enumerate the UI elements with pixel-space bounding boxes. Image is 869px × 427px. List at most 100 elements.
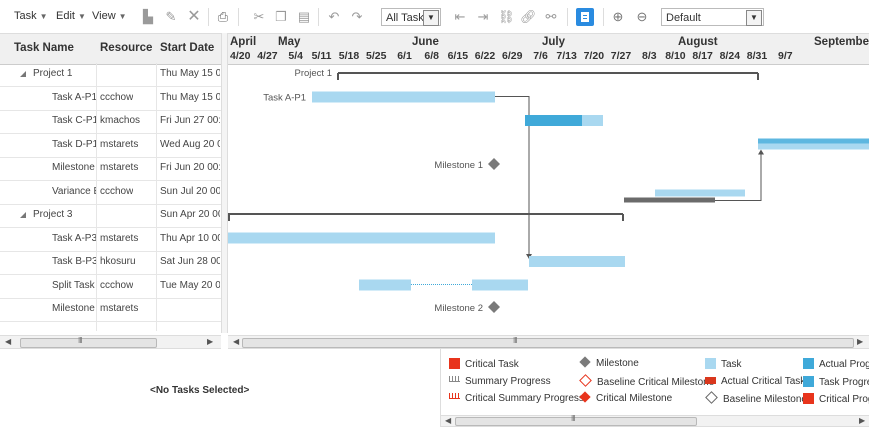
week-label: 6/8 — [424, 50, 439, 62]
table-row[interactable]: Task C-P1 kmachos Fri Jun 27 00:00 — [0, 110, 221, 134]
legend-milestone: Milestone — [579, 356, 639, 369]
start-date-cell: Fri Jun 20 00:00 — [160, 162, 220, 173]
edit-pencil-icon[interactable]: ✎ — [163, 9, 179, 25]
task-name-cell: Milestone — [52, 303, 95, 314]
task-bar[interactable] — [312, 91, 495, 103]
scroll-left-icon[interactable]: ◀ — [233, 337, 239, 346]
scrollbar-thumb[interactable]: III — [20, 336, 157, 348]
task-bar[interactable] — [529, 256, 625, 267]
scroll-right-icon[interactable]: ▶ — [859, 416, 865, 425]
properties-icon[interactable] — [576, 8, 594, 26]
resource-cell: kmachos — [100, 115, 141, 126]
scroll-left-icon[interactable]: ◀ — [445, 416, 451, 425]
scrollbar-thumb[interactable]: III — [455, 414, 697, 426]
task-table: ◢Project 1Thu May 15 00:Task A-P1ccchowT… — [0, 63, 221, 333]
arrow-head-icon — [758, 149, 764, 155]
undo-icon[interactable]: ↶ — [326, 9, 342, 25]
task-name-cell: Project 1 — [33, 68, 73, 79]
unlink-icon[interactable]: ⚯ — [543, 9, 559, 25]
legend-actual-critical-task: Actual Critical Task — [705, 376, 805, 387]
table-row[interactable]: Split Task ccchow Tue May 20 00: — [0, 275, 221, 299]
chevron-down-icon: ▼ — [39, 12, 48, 21]
task-name-cell: Variance E — [52, 185, 96, 197]
table-row[interactable]: ◢ Project 3 Sun Apr 20 00:( — [0, 204, 221, 228]
table-row[interactable]: Task B-P3 hkosuru Sat Jun 28 00:0 — [0, 251, 221, 275]
outdent-icon[interactable]: ⇤ — [452, 9, 468, 25]
table-row[interactable]: ◢ Project 1 Thu May 15 00: — [0, 63, 221, 87]
task-bar[interactable] — [228, 232, 495, 244]
pane-splitter[interactable] — [221, 33, 228, 333]
task-progress-bar — [525, 115, 582, 126]
task-bar[interactable] — [655, 189, 745, 197]
milestone-diamond-icon[interactable] — [488, 301, 500, 313]
table-row[interactable]: Variance E ccchow Sun Jul 20 00:0 — [0, 181, 221, 205]
task-menu[interactable]: Task ▼ — [14, 10, 48, 22]
view-menu[interactable]: View ▼ — [92, 10, 127, 22]
table-row[interactable]: Task A-P3 mstarets Thu Apr 10 00:( — [0, 228, 221, 252]
task-filter-select[interactable]: All Tasks ▼ — [381, 8, 441, 26]
scroll-left-icon[interactable]: ◀ — [5, 337, 11, 346]
resource-cell: mstarets — [100, 138, 139, 150]
month-label: September — [814, 36, 869, 48]
scroll-right-icon[interactable]: ▶ — [857, 337, 863, 346]
expand-toggle-icon[interactable]: ◢ — [20, 69, 26, 78]
table-row[interactable]: Milestone mstarets — [0, 298, 221, 322]
indent-icon[interactable]: ⇥ — [475, 9, 491, 25]
column-header-resource[interactable]: Resource — [100, 42, 152, 54]
week-label: 4/20 — [230, 50, 251, 62]
new-task-icon[interactable]: ▙ — [140, 9, 156, 25]
legend-horizontal-scrollbar[interactable]: ◀ III ▶ — [441, 414, 869, 427]
week-label: 5/25 — [366, 50, 387, 62]
grip-icon: III — [78, 336, 83, 345]
week-label: 5/4 — [288, 50, 303, 62]
paste-icon[interactable]: ▤ — [296, 9, 312, 25]
zoom-out-icon[interactable]: ⊖ — [634, 9, 650, 25]
week-label: 6/22 — [474, 50, 496, 62]
legend-baseline-milestone: Baseline Milestone — [705, 391, 807, 405]
gantt-horizontal-scrollbar[interactable]: ◀ III ▶ — [228, 335, 869, 349]
redo-icon[interactable]: ↷ — [349, 9, 365, 25]
summary-label: Project 1 — [295, 68, 333, 79]
split-task-segment[interactable] — [472, 279, 528, 291]
delete-icon[interactable]: ✕ — [186, 9, 202, 25]
split-task-segment[interactable] — [359, 279, 411, 291]
baseline-critical-milestone-icon — [579, 374, 592, 387]
legend-task-progress: Task Progres — [803, 376, 869, 388]
copy-icon[interactable]: ❐ — [273, 9, 289, 25]
zoom-in-icon[interactable]: ⊕ — [610, 9, 626, 25]
link-icon[interactable]: 🔗︎ — [520, 9, 537, 25]
month-label: June — [412, 36, 439, 48]
column-divider — [96, 63, 97, 331]
table-row[interactable]: Task D-P1 mstarets Wed Aug 20 00 — [0, 134, 221, 158]
table-row[interactable]: Task A-P1 ccchow Thu May 15 00: — [0, 87, 221, 111]
link-tasks-icon[interactable]: ⛓ — [498, 9, 515, 25]
week-label: 4/27 — [257, 50, 278, 62]
view-preset-select[interactable]: Default ▼ — [661, 8, 764, 26]
column-header-task-name[interactable]: Task Name — [14, 42, 74, 54]
print-icon[interactable]: ⎙ — [215, 9, 231, 25]
table-horizontal-scrollbar[interactable]: ◀ III ▶ — [0, 335, 221, 349]
summary-progress-icon — [449, 376, 460, 382]
edit-menu[interactable]: Edit ▼ — [56, 10, 86, 22]
week-label: 8/24 — [719, 50, 741, 62]
task-details-panel: <No Tasks Selected> — [0, 349, 440, 427]
week-label: 8/10 — [665, 50, 686, 62]
resource-cell: mstarets — [100, 303, 139, 314]
legend-summary-progress: Summary Progress — [449, 376, 551, 387]
resource-cell: ccchow — [100, 91, 134, 103]
legend-critical-progress: Critical Progr — [803, 393, 869, 405]
legend-critical-milestone: Critical Milestone — [579, 391, 672, 404]
scrollbar-thumb[interactable]: III — [242, 336, 854, 348]
task-name-cell: Split Task — [52, 279, 95, 291]
critical-progress-swatch — [803, 393, 814, 404]
table-row[interactable]: Milestone mstarets Fri Jun 20 00:00 — [0, 157, 221, 181]
cut-icon[interactable]: ✂ — [251, 9, 267, 25]
gantt-chart-area: Project 1 Task A-P1 Milestone 1 Milestone 2 — [228, 63, 869, 331]
column-header-start-date[interactable]: Start Date — [160, 42, 214, 54]
milestone-diamond-icon[interactable] — [488, 158, 500, 170]
month-label: April — [230, 36, 257, 48]
expand-toggle-icon[interactable]: ◢ — [20, 210, 26, 219]
week-label: 8/31 — [746, 50, 768, 62]
legend-panel: Critical Task Milestone Task Actual Prog… — [440, 349, 869, 427]
scroll-right-icon[interactable]: ▶ — [207, 337, 213, 346]
